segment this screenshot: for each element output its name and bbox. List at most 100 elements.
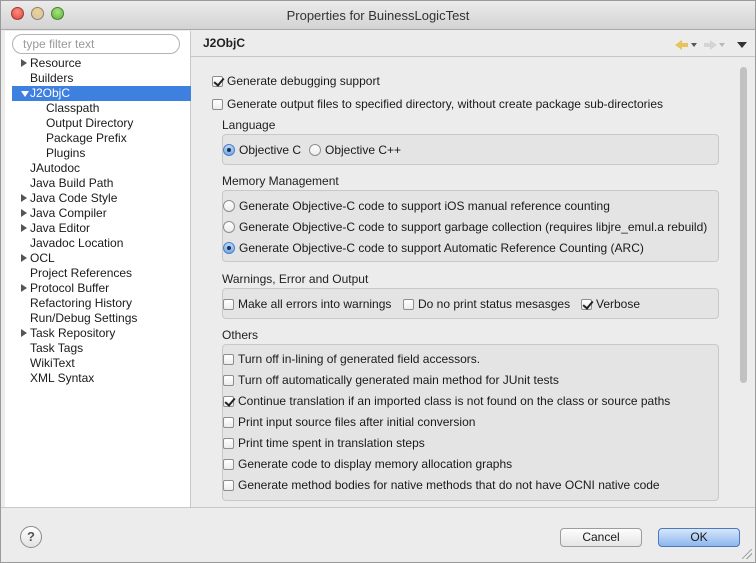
sidebar-item-j2objc[interactable]: J2ObjC xyxy=(12,86,191,101)
collapse-triangle-icon[interactable] xyxy=(21,91,29,97)
radio-manual-reference-counting[interactable]: Generate Objective-C code to support iOS… xyxy=(223,198,610,214)
checkbox-icon[interactable] xyxy=(212,76,223,87)
option-label: Objective C xyxy=(239,143,302,157)
vertical-scrollbar[interactable] xyxy=(738,67,748,505)
checkbox-print-time[interactable]: Print time spent in translation steps xyxy=(223,435,425,451)
checkbox-continue-translation[interactable]: Continue translation if an imported clas… xyxy=(223,393,670,409)
sidebar-item-xml-syntax[interactable]: XML Syntax xyxy=(5,371,191,386)
cancel-button[interactable]: Cancel xyxy=(560,528,642,547)
sidebar-item-label: JAutodoc xyxy=(30,161,81,175)
main-panel: J2ObjC Generate debugging support Genera… xyxy=(191,31,755,507)
expand-triangle-icon[interactable] xyxy=(21,59,27,67)
checkbox-icon[interactable] xyxy=(223,480,234,491)
radio-arc[interactable]: Generate Objective-C code to support Aut… xyxy=(223,240,644,256)
expand-triangle-icon[interactable] xyxy=(21,194,27,202)
window-title: Properties for BuinessLogicTest xyxy=(286,8,470,23)
sidebar-item-run-debug-settings[interactable]: Run/Debug Settings xyxy=(5,311,191,326)
sidebar-item-label: Java Code Style xyxy=(30,191,118,205)
warnings-group-label: Warnings, Error and Output xyxy=(222,272,369,286)
option-label: Generate output files to specified direc… xyxy=(227,97,664,111)
sidebar-item-label: Classpath xyxy=(46,101,100,115)
sidebar-item-protocol-buffer[interactable]: Protocol Buffer xyxy=(5,281,191,296)
sidebar-item-label: Plugins xyxy=(46,146,86,160)
radio-icon[interactable] xyxy=(223,221,235,233)
expand-triangle-icon[interactable] xyxy=(21,284,27,292)
sidebar-item-classpath[interactable]: Classpath xyxy=(5,101,191,116)
radio-icon[interactable] xyxy=(223,200,235,212)
sidebar-item-label: XML Syntax xyxy=(30,371,95,385)
option-label: Print input source files after initial c… xyxy=(238,415,476,429)
sidebar-item-plugins[interactable]: Plugins xyxy=(5,146,191,161)
sidebar-item-java-compiler[interactable]: Java Compiler xyxy=(5,206,191,221)
help-button[interactable]: ? xyxy=(20,526,42,548)
sidebar-item-package-prefix[interactable]: Package Prefix xyxy=(5,131,191,146)
sidebar-item-label: Resource xyxy=(30,56,82,70)
radio-icon[interactable] xyxy=(223,242,235,254)
checkbox-print-input-files[interactable]: Print input source files after initial c… xyxy=(223,414,475,430)
option-label: Print time spent in translation steps xyxy=(238,436,425,450)
radio-garbage-collection[interactable]: Generate Objective-C code to support gar… xyxy=(223,219,707,235)
sidebar-item-label: Java Build Path xyxy=(30,176,114,190)
option-label: Do no print status mesasges xyxy=(418,297,571,311)
option-label: Turn off in-lining of generated field ac… xyxy=(238,352,481,366)
checkbox-icon[interactable] xyxy=(223,299,234,310)
filter-input[interactable] xyxy=(12,34,180,54)
sidebar-item-jautodoc[interactable]: JAutodoc xyxy=(5,161,191,176)
settings-scroll-area[interactable]: Generate debugging support Generate outp… xyxy=(191,57,755,507)
sidebar-item-output-directory[interactable]: Output Directory xyxy=(5,116,191,131)
scrollbar-thumb[interactable] xyxy=(740,67,747,383)
option-label: Objective C++ xyxy=(325,143,402,157)
checkbox-output-directory[interactable]: Generate output files to specified direc… xyxy=(212,96,663,112)
ok-button[interactable]: OK xyxy=(658,528,740,547)
radio-objective-cpp[interactable]: Objective C++ xyxy=(309,142,401,158)
warnings-group: Make all errors into warnings Do no prin… xyxy=(222,288,719,319)
expand-triangle-icon[interactable] xyxy=(21,224,27,232)
sidebar-item-builders[interactable]: Builders xyxy=(5,71,191,86)
checkbox-no-inline-accessors[interactable]: Turn off in-lining of generated field ac… xyxy=(223,351,480,367)
checkbox-icon[interactable] xyxy=(212,99,223,110)
sidebar-item-resource[interactable]: Resource xyxy=(5,56,191,71)
sidebar-item-java-build-path[interactable]: Java Build Path xyxy=(5,176,191,191)
sidebar-item-refactoring-history[interactable]: Refactoring History xyxy=(5,296,191,311)
sidebar-item-task-repository[interactable]: Task Repository xyxy=(5,326,191,341)
checkbox-icon[interactable] xyxy=(223,354,234,365)
checkbox-verbose[interactable]: Verbose xyxy=(581,296,640,312)
sidebar-item-project-references[interactable]: Project References xyxy=(5,266,191,281)
sidebar-item-label: Java Compiler xyxy=(30,206,107,220)
checkbox-errors-into-warnings[interactable]: Make all errors into warnings xyxy=(223,296,391,312)
back-arrow-icon[interactable] xyxy=(675,39,689,51)
sidebar-item-label: Run/Debug Settings xyxy=(30,311,138,325)
sidebar-item-java-editor[interactable]: Java Editor xyxy=(5,221,191,236)
radio-icon[interactable] xyxy=(223,144,235,156)
expand-triangle-icon[interactable] xyxy=(21,329,27,337)
forward-history-caret-icon[interactable] xyxy=(719,43,725,47)
checkbox-icon[interactable] xyxy=(223,375,234,386)
checkbox-memory-graphs[interactable]: Generate code to display memory allocati… xyxy=(223,456,512,472)
checkbox-icon[interactable] xyxy=(581,299,592,310)
sidebar-item-javadoc-location[interactable]: Javadoc Location xyxy=(5,236,191,251)
expand-triangle-icon[interactable] xyxy=(21,209,27,217)
checkbox-no-junit-main[interactable]: Turn off automatically generated main me… xyxy=(223,372,559,388)
checkbox-no-status-messages[interactable]: Do no print status mesasges xyxy=(403,296,570,312)
sidebar-item-ocl[interactable]: OCL xyxy=(5,251,191,266)
language-group: Objective C Objective C++ xyxy=(222,134,719,165)
checkbox-icon[interactable] xyxy=(223,396,234,407)
checkbox-icon[interactable] xyxy=(223,417,234,428)
forward-arrow-icon[interactable] xyxy=(703,39,717,51)
checkbox-debugging-support[interactable]: Generate debugging support xyxy=(212,73,380,89)
sidebar-item-java-code-style[interactable]: Java Code Style xyxy=(5,191,191,206)
sidebar-item-wikitext[interactable]: WikiText xyxy=(5,356,191,371)
radio-icon[interactable] xyxy=(309,144,321,156)
expand-triangle-icon[interactable] xyxy=(21,254,27,262)
others-group-label: Others xyxy=(222,328,259,342)
checkbox-icon[interactable] xyxy=(403,299,414,310)
checkbox-icon[interactable] xyxy=(223,459,234,470)
resize-grip-icon[interactable] xyxy=(742,549,752,559)
back-history-caret-icon[interactable] xyxy=(691,43,697,47)
option-label: Make all errors into warnings xyxy=(238,297,392,311)
checkbox-native-method-bodies[interactable]: Generate method bodies for native method… xyxy=(223,477,660,493)
radio-objective-c[interactable]: Objective C xyxy=(223,142,301,158)
checkbox-icon[interactable] xyxy=(223,438,234,449)
view-menu-icon[interactable] xyxy=(737,42,747,48)
sidebar-item-task-tags[interactable]: Task Tags xyxy=(5,341,191,356)
